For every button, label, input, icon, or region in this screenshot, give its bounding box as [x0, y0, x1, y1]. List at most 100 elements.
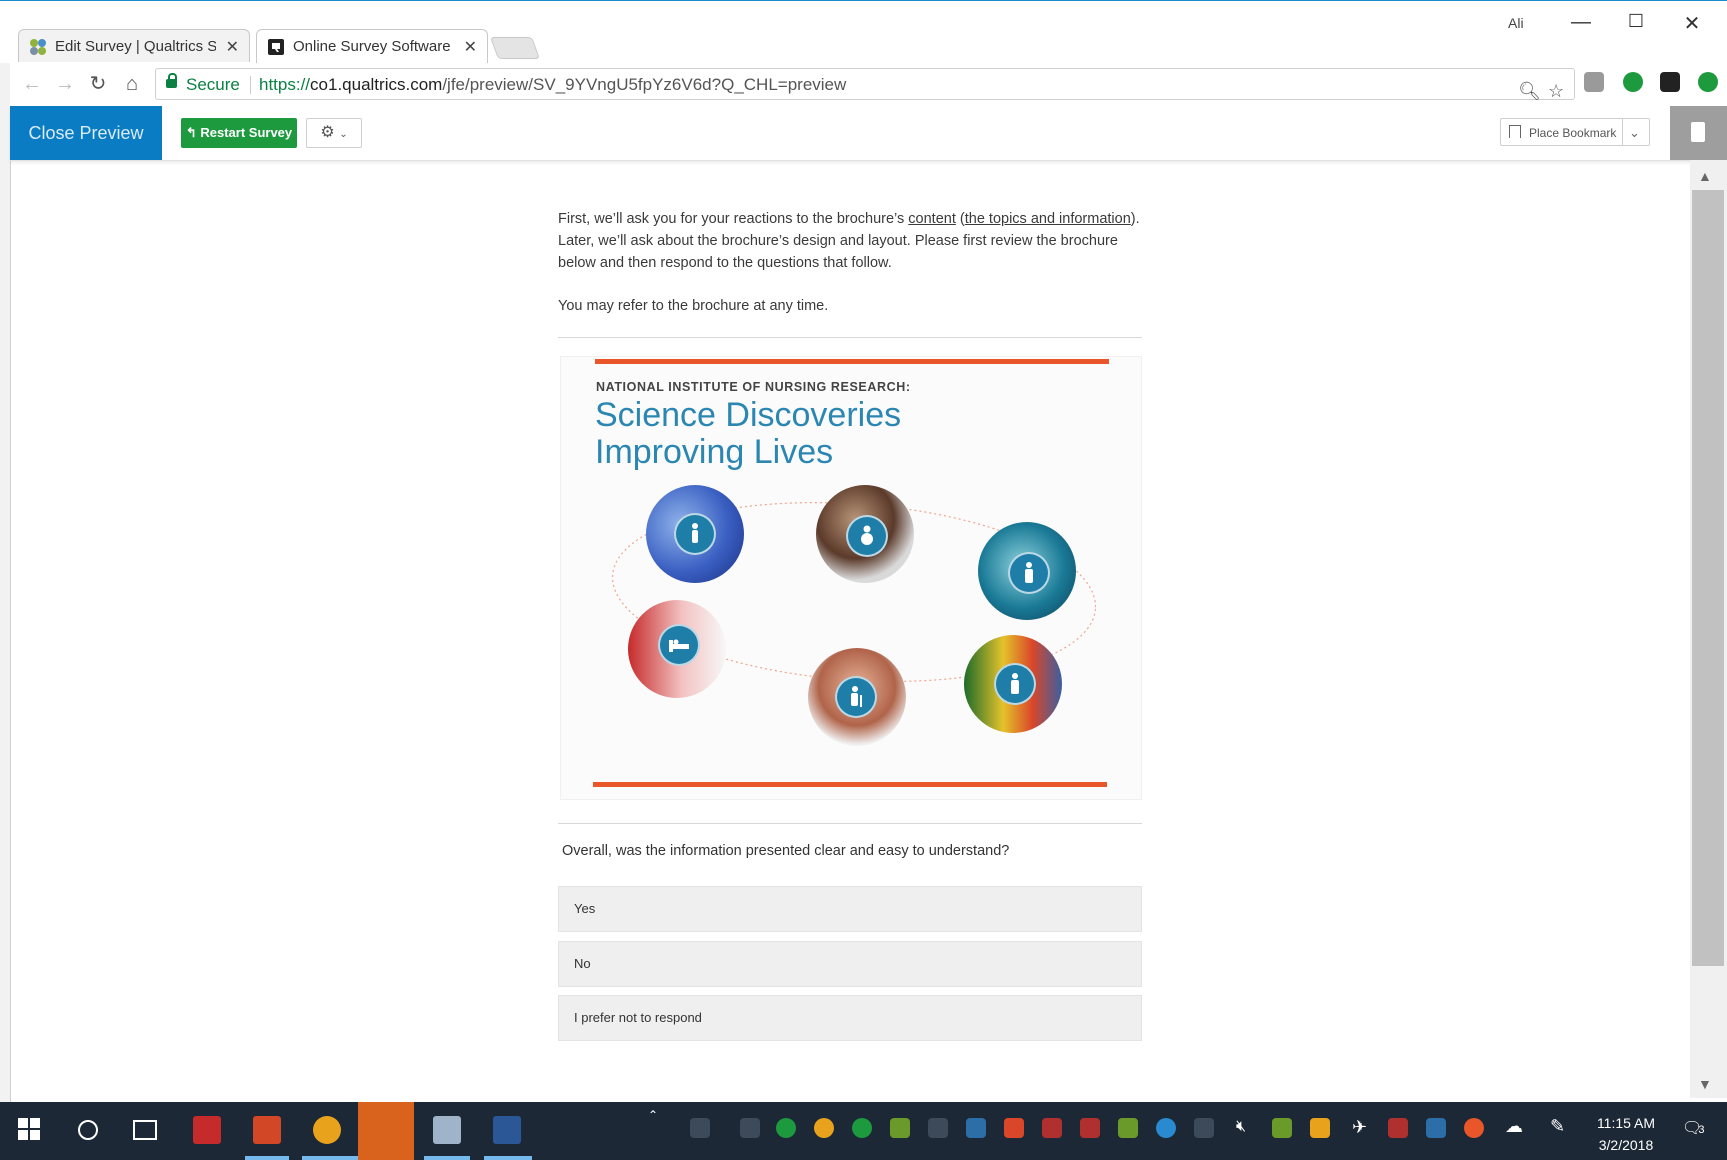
forward-icon[interactable]: →	[53, 72, 77, 96]
phone-icon	[1691, 122, 1705, 142]
volume-muted-icon[interactable]: 🔇︎	[1236, 1118, 1246, 1136]
windows-start-icon[interactable]	[18, 1118, 40, 1140]
extension-owl-icon[interactable]	[1660, 72, 1680, 92]
tray-expand-icon[interactable]: ⌃	[648, 1108, 658, 1122]
preview-toolbar: Close Preview ↰ Restart Survey ⚙ ⌄ Place…	[10, 106, 1727, 161]
extension-upload-icon[interactable]	[1698, 72, 1718, 92]
tray-green-icon[interactable]	[852, 1118, 872, 1138]
outlook-icon[interactable]	[1426, 1118, 1446, 1138]
intro-text: First, we’ll ask you for your reactions …	[558, 211, 1140, 271]
browser-titlebar: Edit Survey | Qualtrics Su ✕ Online Surv…	[0, 0, 1727, 63]
taskbar-clock[interactable]: 11:15 AM 3/2/2018	[1580, 1112, 1672, 1156]
tray-office-icon[interactable]	[1004, 1118, 1024, 1138]
brochure-image: NATIONAL INSTITUTE OF NURSING RESEARCH: …	[560, 356, 1142, 800]
control-panel-icon[interactable]	[433, 1116, 461, 1144]
bookmark-icon	[1509, 125, 1521, 138]
minimize-icon[interactable]: —	[1561, 11, 1601, 34]
maximize-icon[interactable]: ☐	[1616, 11, 1656, 32]
question-text: Overall, was the information presented c…	[562, 843, 1010, 859]
close-preview-button[interactable]: Close Preview	[10, 106, 162, 160]
new-tab-button[interactable]	[489, 37, 541, 59]
tray-red-icon[interactable]	[1080, 1118, 1100, 1138]
profile-user-label[interactable]: Ali	[1508, 15, 1524, 31]
tray-red-icon[interactable]	[1042, 1118, 1062, 1138]
tray-chrome-icon[interactable]	[814, 1118, 834, 1138]
tab-edit-survey[interactable]: Edit Survey | Qualtrics Su ✕	[18, 29, 250, 63]
mail-icon[interactable]	[1310, 1118, 1330, 1138]
chevron-down-icon[interactable]: ⌄	[1629, 119, 1640, 147]
close-window-icon[interactable]: ✕	[1672, 11, 1712, 36]
hospital-bed-icon	[658, 624, 700, 666]
tray-app-icon[interactable]	[890, 1118, 910, 1138]
extension-icon[interactable]	[1584, 72, 1604, 92]
zoom-icon[interactable]: 🔍︎	[1518, 75, 1541, 107]
acrobat-icon[interactable]	[193, 1116, 221, 1144]
office-taskbar-slot[interactable]	[358, 1102, 414, 1160]
reload-icon[interactable]: ↻	[86, 72, 110, 96]
qualtrics-icon	[268, 38, 284, 55]
tray-green-icon[interactable]	[776, 1118, 796, 1138]
tablet-icon[interactable]	[740, 1118, 760, 1138]
word-icon[interactable]	[493, 1116, 521, 1144]
researcher-photo	[816, 485, 914, 583]
notifications-icon[interactable]: 🗨︎3	[1682, 1118, 1704, 1138]
tray-shield-icon[interactable]	[966, 1118, 986, 1138]
notification-count: 3	[1698, 1124, 1705, 1136]
tab-online-survey[interactable]: Online Survey Software | ✕	[256, 29, 488, 63]
baby-icon	[846, 515, 888, 557]
tray-upload-icon[interactable]	[1464, 1118, 1484, 1138]
home-icon[interactable]: ⌂	[120, 72, 144, 96]
skype-icon[interactable]	[1156, 1118, 1176, 1138]
test-tubes-photo	[964, 635, 1062, 733]
chrome-icon[interactable]	[313, 1116, 341, 1144]
tray-red-icon[interactable]	[1388, 1118, 1408, 1138]
topics-link: the topics and information	[964, 211, 1131, 227]
back-icon[interactable]: ←	[20, 72, 44, 96]
dna-photo	[978, 522, 1076, 620]
cortana-search-icon[interactable]	[78, 1120, 98, 1140]
scroll-down-icon[interactable]: ▼	[1698, 1076, 1712, 1092]
people-icon[interactable]	[690, 1118, 710, 1138]
windows-taskbar: ⌃ 🔇︎ ✈ ☁ ✎	[0, 1102, 1727, 1160]
vials-photo	[628, 600, 726, 698]
tray-gear-icon[interactable]	[928, 1118, 948, 1138]
url-text[interactable]: https://co1.qualtrics.com/jfe/preview/SV…	[259, 69, 846, 101]
mobile-preview-toggle[interactable]	[1670, 106, 1727, 160]
divider	[558, 823, 1142, 824]
elderly-person-icon	[835, 676, 877, 718]
bottom-accent-bar	[593, 782, 1107, 787]
desktop-edge	[0, 0, 11, 1160]
place-bookmark-button[interactable]: Place Bookmark ⌄	[1500, 118, 1650, 146]
gear-icon: ⚙	[320, 124, 335, 141]
choice-yes[interactable]: Yes	[558, 886, 1142, 932]
airplane-icon[interactable]: ✈	[1352, 1117, 1367, 1138]
person-icon	[994, 663, 1036, 705]
powerpoint-icon[interactable]	[253, 1116, 281, 1144]
settings-dropdown[interactable]: ⚙ ⌄	[306, 118, 362, 148]
tab-close-icon[interactable]: ✕	[226, 37, 239, 57]
choice-no[interactable]: No	[558, 941, 1142, 987]
tray-app-icon[interactable]	[1272, 1118, 1292, 1138]
extension-green-icon[interactable]	[1623, 72, 1643, 92]
tab-label: Edit Survey | Qualtrics Su	[55, 38, 216, 55]
content-link: content	[908, 211, 956, 227]
clock-date: 3/2/2018	[1598, 1137, 1654, 1153]
address-bar[interactable]: Secure https://co1.qualtrics.com/jfe/pre…	[155, 68, 1575, 101]
divider	[558, 337, 1142, 338]
person-icon	[674, 513, 716, 555]
task-view-icon[interactable]	[133, 1120, 157, 1140]
star-icon[interactable]: ☆	[1548, 75, 1564, 107]
tab-close-icon[interactable]: ✕	[464, 37, 477, 57]
scroll-up-icon[interactable]: ▲	[1698, 168, 1712, 184]
onedrive-icon[interactable]: ☁	[1505, 1116, 1523, 1137]
choice-prefer-not[interactable]: I prefer not to respond	[558, 995, 1142, 1041]
pen-icon[interactable]: ✎	[1550, 1116, 1565, 1137]
battery-icon[interactable]	[1194, 1118, 1214, 1138]
lock-icon	[166, 73, 177, 88]
restart-survey-button[interactable]: ↰ Restart Survey	[181, 118, 297, 148]
clock-time: 11:15 AM	[1596, 1115, 1656, 1131]
refer-text: You may refer to the brochure at any tim…	[558, 298, 829, 314]
scrollbar-thumb[interactable]	[1692, 190, 1724, 966]
person-icon	[1008, 552, 1050, 594]
tray-app-icon[interactable]	[1118, 1118, 1138, 1138]
